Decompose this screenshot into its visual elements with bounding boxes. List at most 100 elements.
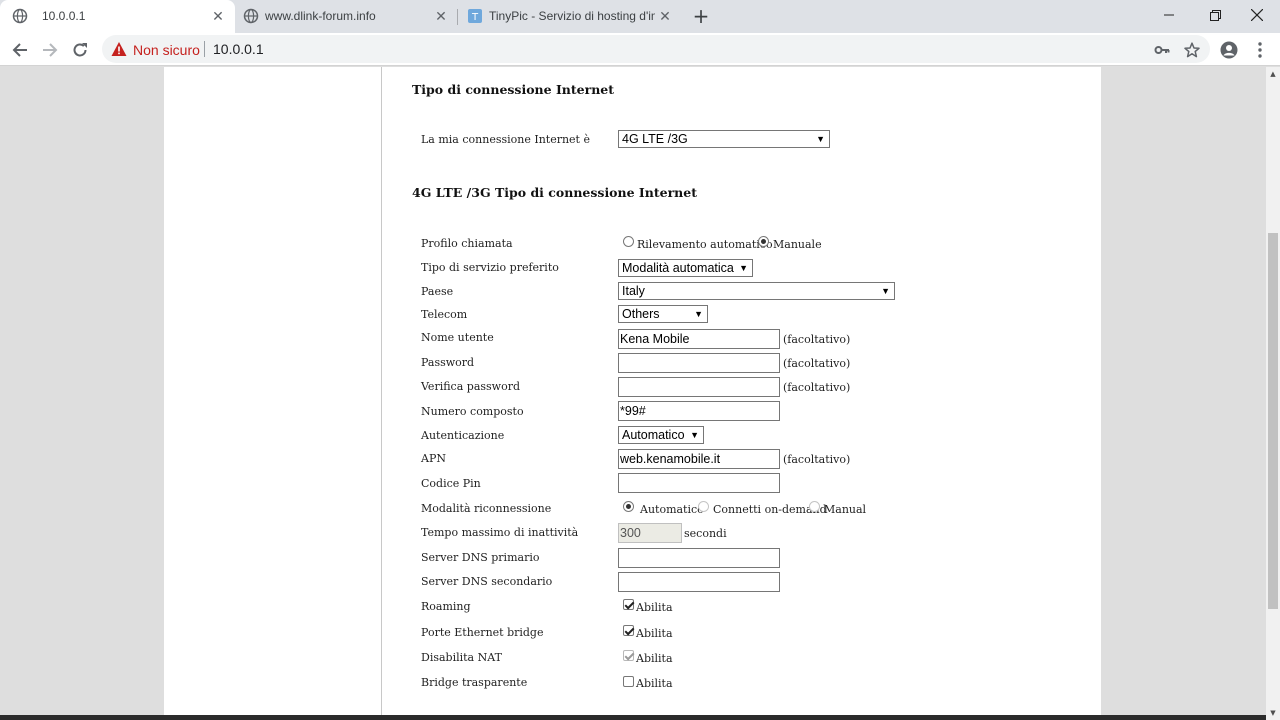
label-numero-composto: Numero composto xyxy=(421,405,524,418)
label-autenticazione: Autenticazione xyxy=(421,429,505,442)
authentication-select[interactable]: Automatico ▼ xyxy=(618,426,704,444)
scroll-down-arrow-icon[interactable]: ▼ xyxy=(1266,706,1280,720)
dropdown-arrow-icon: ▼ xyxy=(881,286,890,296)
close-tab-icon[interactable]: ✕ xyxy=(657,8,673,24)
reload-button[interactable] xyxy=(68,38,92,62)
label-tempo-inattivita: Tempo massimo di inattività xyxy=(421,526,579,539)
radio-manual[interactable] xyxy=(809,501,820,512)
label-verifica-password: Verifica password xyxy=(421,380,520,393)
url-text[interactable]: 10.0.0.1 xyxy=(213,41,264,57)
close-tab-icon[interactable]: ✕ xyxy=(210,8,226,24)
close-window-button[interactable] xyxy=(1234,0,1280,30)
profile-button[interactable] xyxy=(1217,38,1241,62)
optional-hint: (facoltativo) xyxy=(783,453,851,466)
password-input[interactable] xyxy=(618,353,780,373)
username-input[interactable]: Kena Mobile xyxy=(618,329,780,349)
radio-rilevamento-automatico[interactable] xyxy=(623,236,634,247)
option-label: Abilita xyxy=(636,627,673,640)
primary-dns-input[interactable] xyxy=(618,548,780,568)
scroll-up-arrow-icon[interactable]: ▲ xyxy=(1266,67,1280,81)
warning-icon xyxy=(111,42,127,56)
option-label: Abilita xyxy=(636,601,673,614)
restore-button[interactable] xyxy=(1192,0,1238,30)
menu-button[interactable] xyxy=(1248,38,1272,62)
label-servizio: Tipo di servizio preferito xyxy=(421,261,559,274)
svg-text:T: T xyxy=(471,12,479,23)
browser-toolbar: Non sicuro 10.0.0.1 xyxy=(0,33,1280,66)
vertical-scrollbar[interactable]: ▲ ▼ xyxy=(1266,67,1280,720)
section-title-4g: 4G LTE /3G Tipo di connessione Internet xyxy=(412,185,697,200)
globe-icon xyxy=(243,8,259,24)
select-value: Modalità automatica xyxy=(622,261,734,275)
label-apn: APN xyxy=(421,452,446,465)
radio-automatico[interactable] xyxy=(623,501,634,512)
dropdown-arrow-icon: ▼ xyxy=(739,263,748,273)
option-label: Rilevamento automatico xyxy=(637,238,773,251)
tab-router[interactable]: 10.0.0.1 ✕ xyxy=(0,0,235,33)
unit-label: secondi xyxy=(684,527,727,540)
tab-title: TinyPic - Servizio di hosting d'imm xyxy=(489,9,655,23)
label-nome-utente: Nome utente xyxy=(421,331,494,344)
label-password: Password xyxy=(421,356,475,369)
country-select[interactable]: Italy ▼ xyxy=(618,282,895,300)
account-icon xyxy=(1220,41,1238,59)
select-value: Italy xyxy=(622,284,645,298)
disable-nat-checkbox[interactable] xyxy=(623,650,634,661)
label-profilo: Profilo chiamata xyxy=(421,237,513,250)
radio-connetti-on-demand[interactable] xyxy=(698,501,709,512)
label-dns-secondario: Server DNS secondario xyxy=(421,575,553,588)
scrollbar-thumb[interactable] xyxy=(1268,233,1278,609)
radio-manuale[interactable] xyxy=(758,236,769,247)
label-roaming: Roaming xyxy=(421,600,471,613)
tab-bar: 10.0.0.1 ✕ www.dlink-forum.info ✕ T Tiny… xyxy=(0,0,1280,33)
minimize-icon xyxy=(1164,14,1174,16)
back-button[interactable] xyxy=(8,38,32,62)
page-viewport: Tipo di connessione Internet La mia conn… xyxy=(0,67,1266,720)
optional-hint: (facoltativo) xyxy=(783,333,851,346)
option-label: Manual xyxy=(824,503,867,516)
label-riconnessione: Modalità riconnessione xyxy=(421,502,552,515)
back-arrow-icon xyxy=(12,43,27,57)
select-value: 4G LTE /3G xyxy=(622,132,688,146)
bookmark-star-button[interactable] xyxy=(1180,38,1204,62)
forward-button[interactable] xyxy=(38,38,62,62)
address-bar[interactable]: Non sicuro 10.0.0.1 xyxy=(102,35,1210,63)
globe-icon xyxy=(12,8,28,24)
service-type-select[interactable]: Modalità automatica ▼ xyxy=(618,259,753,277)
secondary-dns-input[interactable] xyxy=(618,572,780,592)
idle-time-input[interactable]: 300 xyxy=(618,523,682,543)
pin-code-input[interactable] xyxy=(618,473,780,493)
new-tab-button[interactable]: + xyxy=(689,5,713,27)
option-label: Automatico xyxy=(640,503,704,516)
label-disabilita-nat: Disabilita NAT xyxy=(421,651,502,664)
close-icon xyxy=(1251,9,1263,21)
option-label: Abilita xyxy=(636,677,673,690)
close-tab-icon[interactable]: ✕ xyxy=(433,8,449,24)
password-key-button[interactable] xyxy=(1150,38,1174,62)
dial-number-input[interactable]: *99# xyxy=(618,401,780,421)
ethernet-bridge-checkbox[interactable] xyxy=(623,625,634,636)
label-telecom: Telecom xyxy=(421,308,468,321)
transparent-bridge-checkbox[interactable] xyxy=(623,676,634,687)
section-title-connection-type: Tipo di connessione Internet xyxy=(412,82,615,97)
select-value: Others xyxy=(622,307,660,321)
dropdown-arrow-icon: ▼ xyxy=(694,309,703,319)
dropdown-arrow-icon: ▼ xyxy=(690,430,699,440)
telecom-select[interactable]: Others ▼ xyxy=(618,305,708,323)
tab-title: www.dlink-forum.info xyxy=(265,9,376,23)
label-bridge-trasparente: Bridge trasparente xyxy=(421,676,528,689)
apn-input[interactable]: web.kenamobile.it xyxy=(618,449,780,469)
tab-dlink-forum[interactable]: www.dlink-forum.info ✕ xyxy=(235,0,459,33)
security-status[interactable]: Non sicuro xyxy=(133,42,200,58)
select-value: Automatico xyxy=(622,428,685,442)
minimize-button[interactable] xyxy=(1146,0,1192,30)
connection-type-select[interactable]: 4G LTE /3G ▼ xyxy=(618,130,830,148)
verify-password-input[interactable] xyxy=(618,377,780,397)
more-vert-icon xyxy=(1258,42,1262,58)
settings-panel: Tipo di connessione Internet La mia conn… xyxy=(382,67,1101,720)
tab-tinypic[interactable]: T TinyPic - Servizio di hosting d'imm ✕ xyxy=(459,0,683,33)
roaming-checkbox[interactable] xyxy=(623,599,634,610)
label-porte-ethernet: Porte Ethernet bridge xyxy=(421,626,544,639)
bottom-edge xyxy=(0,715,1266,720)
option-label: Manuale xyxy=(773,238,822,251)
